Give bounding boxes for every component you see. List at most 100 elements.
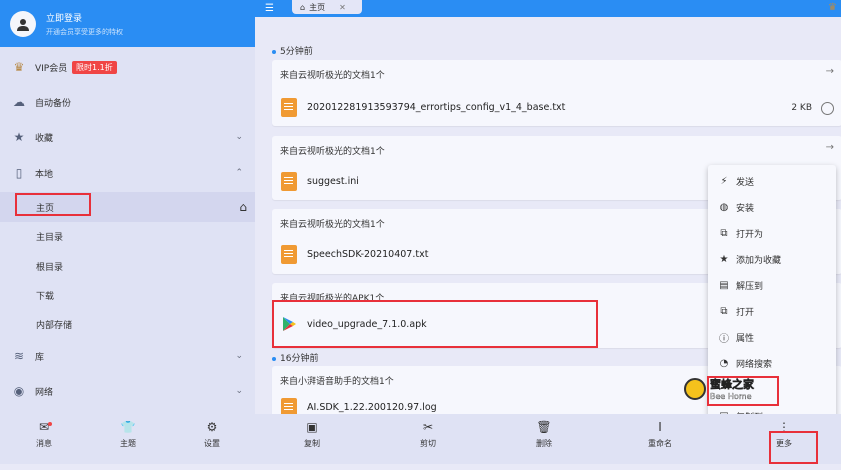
layers-icon: ≋ [13, 349, 25, 363]
menu-item-label: 网络搜索 [736, 359, 773, 370]
sidebar-item-favorites[interactable]: ★ 收藏 ⌄ [0, 122, 255, 152]
crown-icon[interactable]: ♛ [828, 2, 837, 13]
select-radio[interactable] [821, 102, 834, 115]
text-file-icon [281, 98, 297, 117]
sidebar-subitem-label: 内部存储 [36, 320, 73, 331]
menu-item-label: 解压到 [736, 281, 764, 292]
menu-item-label: 安装 [736, 203, 755, 214]
star-icon: ★ [13, 130, 25, 144]
file-name: SpeechSDK-20210407.txt [307, 249, 429, 260]
file-name: suggest.ini [307, 176, 359, 187]
sidebar-subitem-label: 下载 [36, 291, 55, 302]
theme-button[interactable]: 👕 主题 [108, 420, 148, 449]
messages-button[interactable]: ✉ 消息 [24, 420, 64, 449]
text-file-icon [281, 172, 297, 191]
highlight-box-apk [272, 300, 598, 348]
card-header: 来自云视听极光的文档1个 [280, 147, 385, 157]
sidebar-item-label: 收藏 [35, 133, 54, 144]
sidebar-item-label: 本地 [35, 169, 54, 180]
file-name: 20201228191359​3794_errortips_config_v1_… [307, 102, 566, 113]
bee-logo-icon [684, 377, 706, 400]
highlight-box-watermark [707, 376, 779, 406]
sidebar-subitem-root-dir[interactable]: 根目录 [0, 251, 255, 281]
menu-item-web-search[interactable]: ◔ 网络搜索 [708, 350, 836, 376]
button-label: 消息 [36, 439, 52, 448]
chevron-down-icon: ⌄ [235, 132, 243, 142]
arrow-right-icon[interactable]: → [826, 142, 834, 153]
menu-item-label: 添加为收藏 [736, 255, 782, 266]
avatar-icon[interactable] [10, 10, 36, 37]
globe-icon: ◉ [13, 384, 25, 398]
list-item[interactable]: 来自云视听极光的文档1个 → 20201228191359​3794_error… [272, 60, 841, 126]
button-label: 剪切 [420, 439, 436, 448]
button-label: 复制 [304, 439, 320, 448]
info-icon: ⓘ [719, 333, 729, 345]
chevron-down-icon: ⌄ [235, 351, 243, 361]
menu-item-open-with[interactable]: ⧉ 打开为 [708, 220, 836, 246]
profile-header[interactable]: 立即登录 开通会员享受更多的特权 [0, 0, 255, 47]
menu-item-add-favorite[interactable]: ★ 添加为收藏 [708, 246, 836, 272]
file-size: 2 KB [791, 103, 812, 113]
tab-home[interactable]: ⌂ 主页 ✕ [292, 0, 362, 14]
sidebar-subitem-label: 主目录 [36, 232, 64, 243]
top-bar: ☰ ⌂ 主页 ✕ ♛ [255, 0, 841, 17]
open-with-icon: ⧉ [720, 227, 728, 239]
highlight-box-home [15, 193, 91, 216]
gear-icon: ⚙ [206, 420, 218, 434]
sidebar-item-local[interactable]: ▯ 本地 ⌃ [0, 158, 255, 188]
bottom-edge [0, 464, 841, 470]
chevron-up-icon: ⌃ [235, 168, 243, 178]
text-file-icon [281, 245, 297, 264]
scissors-icon: ✂ [422, 420, 434, 434]
star-icon: ★ [719, 253, 729, 265]
card-header: 来自云视听极光的文档1个 [280, 71, 385, 81]
menu-item-install[interactable]: ◍ 安装 [708, 194, 836, 220]
open-icon: ⧉ [720, 305, 728, 317]
sidebar-item-network[interactable]: ◉ 网络 ⌄ [0, 376, 255, 406]
login-title[interactable]: 立即登录 [46, 11, 123, 24]
file-row[interactable]: 20201228191359​3794_errortips_config_v1_… [281, 98, 565, 117]
menu-item-label: 属性 [736, 333, 755, 344]
extract-icon: ▤ [719, 279, 729, 291]
sidebar-subitem-main-dir[interactable]: 主目录 [0, 221, 255, 251]
menu-item-label: 发送 [736, 177, 755, 188]
menu-item-properties[interactable]: ⓘ 属性 [708, 324, 836, 350]
tab-label: 主页 [309, 2, 326, 12]
button-label: 主题 [120, 439, 136, 448]
sidebar-item-library[interactable]: ≋ 库 ⌄ [0, 341, 255, 371]
button-label: 重命名 [648, 439, 672, 448]
home-icon: ⌂ [300, 2, 306, 12]
menu-item-extract-to[interactable]: ▤ 解压到 [708, 272, 836, 298]
notification-dot [48, 422, 52, 426]
send-icon: ⚡ [720, 175, 728, 187]
arrow-right-icon[interactable]: → [826, 66, 834, 77]
sidebar-item-backup[interactable]: ☁ 自动备份 [0, 87, 255, 117]
file-row[interactable]: suggest.ini [281, 172, 359, 191]
cloud-icon: ☁ [13, 95, 25, 109]
close-icon[interactable]: ✕ [339, 3, 346, 12]
copy-icon: ▣ [306, 420, 318, 434]
rename-button[interactable]: I 重命名 [640, 420, 680, 449]
bottom-action-bar: ▣ 复制 ✂ 剪切 🗑 删除 I 重命名 ⋮ 更多 [255, 414, 841, 464]
file-name: AI.SDK_1.22.200120.97.log [307, 402, 437, 413]
delete-button[interactable]: 🗑 删除 [524, 420, 564, 449]
highlight-box-more [769, 431, 818, 464]
bottom-nav-left: ✉ 消息 👕 主题 ⚙ 设置 [0, 414, 255, 464]
menu-icon[interactable]: ☰ [265, 3, 274, 14]
menu-item-send[interactable]: ⚡ 发送 [708, 168, 836, 194]
sidebar-subitem-download[interactable]: 下载 [0, 280, 255, 310]
sidebar-item-vip[interactable]: ♛ VIP会员 限时1.1折 [0, 52, 255, 82]
sidebar-item-label: 库 [35, 352, 45, 363]
file-row[interactable]: SpeechSDK-20210407.txt [281, 245, 428, 264]
trash-icon: 🗑 [536, 420, 552, 434]
web-search-icon: ◔ [719, 357, 729, 369]
home-icon: ⌂ [239, 200, 247, 214]
copy-button[interactable]: ▣ 复制 [292, 420, 332, 449]
menu-item-open[interactable]: ⧉ 打开 [708, 298, 836, 324]
cut-button[interactable]: ✂ 剪切 [408, 420, 448, 449]
sidebar-item-label: 自动备份 [35, 98, 72, 109]
card-header: 来自云视听极光的文档1个 [280, 220, 385, 230]
sidebar-item-label: VIP会员 [35, 63, 68, 74]
settings-button[interactable]: ⚙ 设置 [192, 420, 232, 449]
sidebar-subitem-internal-storage[interactable]: 内部存储 [0, 309, 255, 339]
